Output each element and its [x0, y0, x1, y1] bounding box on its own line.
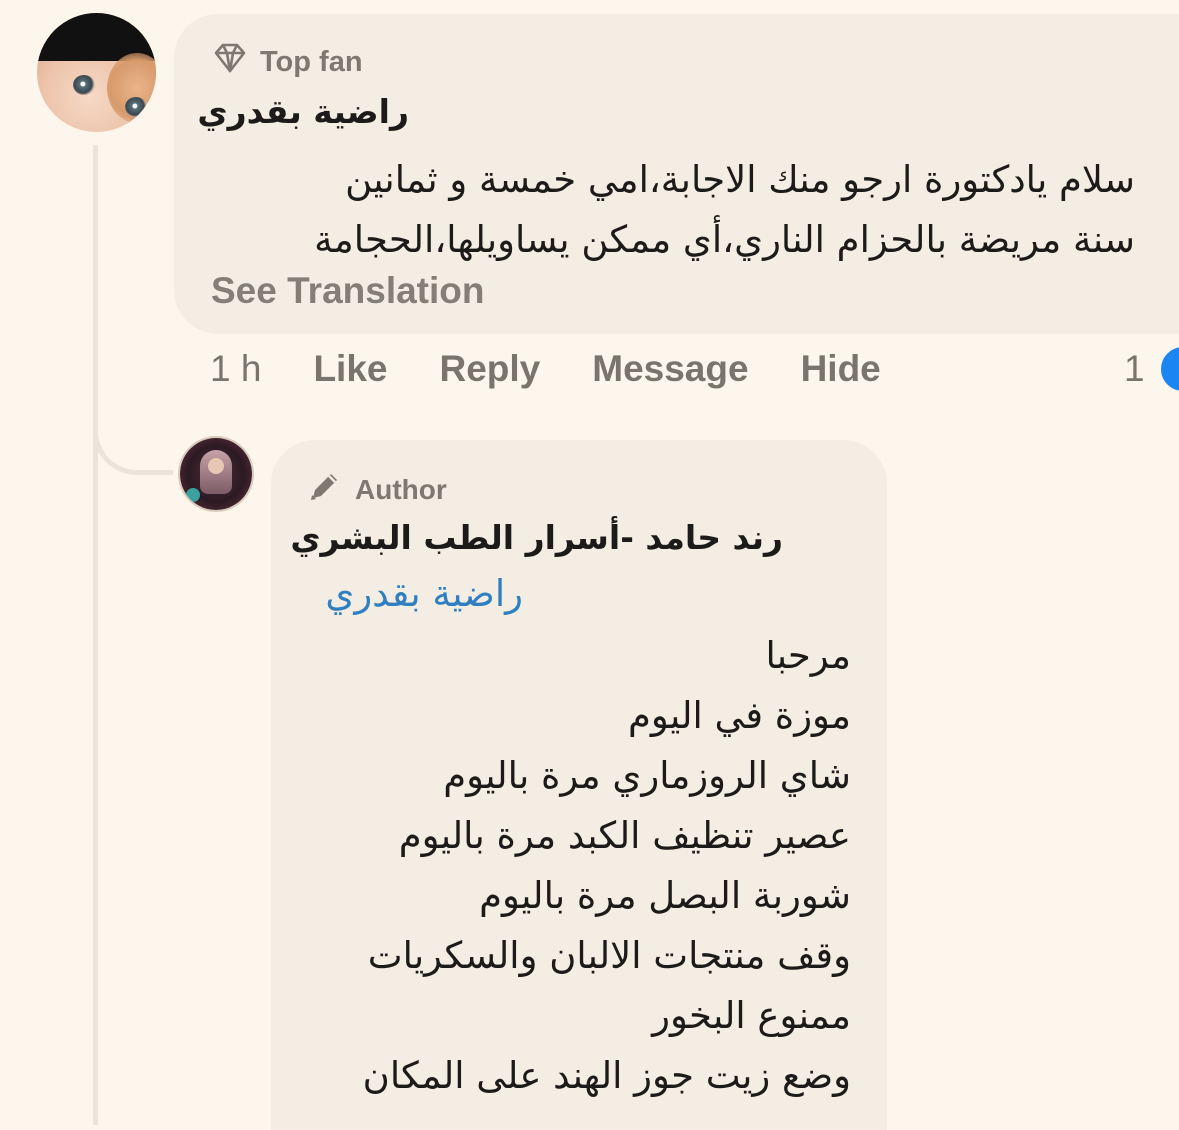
reply-author-name[interactable]: رند حامد -أسرار الطب البشري	[290, 518, 783, 557]
author-badge: Author	[307, 468, 447, 511]
comment-author-name[interactable]: راضية بقدري	[197, 92, 409, 131]
mention-link[interactable]: راضية بقدري	[325, 572, 523, 615]
reply-text-line: شوربة البصل مرة باليوم	[479, 874, 851, 917]
thread-line	[93, 145, 98, 1125]
reaction-count[interactable]: 1	[1124, 348, 1145, 390]
comment-text-line: سلام يادكتورة ارجو منك الاجابة،امي خمسة …	[345, 158, 1135, 201]
avatar-eye-left	[73, 75, 95, 95]
reply-text-line: وضع زيت جوز الهند على المكان	[362, 1054, 851, 1097]
top-fan-badge: Top fan	[212, 42, 363, 82]
comment-text-line: سنة مريضة بالحزام الناري،أي ممكن يساويله…	[314, 218, 1135, 261]
reply-button[interactable]: Reply	[439, 348, 540, 390]
comment-timestamp: 1 h	[210, 348, 262, 389]
like-button[interactable]: Like	[313, 348, 387, 390]
like-reaction-icon[interactable]	[1158, 344, 1179, 394]
commenter-avatar[interactable]	[37, 13, 156, 132]
reply-text-line: ممنوع البخور	[652, 994, 851, 1037]
reply-text-line: وقف منتجات الالبان والسكريات	[367, 934, 851, 977]
reply-text-line: مرحبا	[765, 634, 851, 677]
reply-text: مرحبا موزة في اليوم شاي الروزماري مرة با…	[291, 626, 851, 1106]
thread-connector	[93, 395, 173, 475]
avatar-eye-right	[125, 97, 147, 117]
comment-bubble: Top fan راضية بقدري سلام يادكتورة ارجو م…	[174, 14, 1179, 334]
pencil-icon	[307, 468, 343, 511]
see-translation-link[interactable]: See Translation	[211, 270, 485, 312]
avatar-accent	[186, 488, 200, 502]
reply-text-line: عصير تنظيف الكبد مرة باليوم	[398, 814, 851, 857]
reply-text-line: موزة في اليوم	[628, 694, 851, 737]
badge-label: Author	[355, 473, 447, 505]
message-button[interactable]: Message	[592, 348, 748, 390]
diamond-icon	[212, 42, 248, 82]
reply-text-line: شاي الروزماري مرة باليوم	[443, 754, 851, 797]
avatar-face	[208, 458, 224, 474]
comment-text: سلام يادكتورة ارجو منك الاجابة،امي خمسة …	[195, 150, 1135, 270]
reply-bubble: Author رند حامد -أسرار الطب البشري راضية…	[271, 440, 887, 1130]
badge-label: Top fan	[260, 45, 363, 78]
author-avatar[interactable]	[180, 438, 252, 510]
comment-action-bar: 1 h Like Reply Message Hide	[210, 348, 933, 390]
hide-button[interactable]: Hide	[801, 348, 881, 390]
